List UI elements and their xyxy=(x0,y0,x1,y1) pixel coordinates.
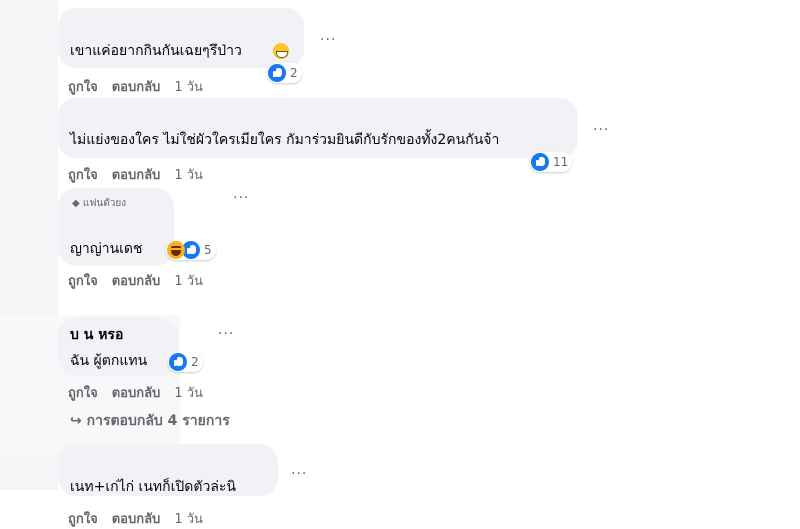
comment-feed: เขาแค่อยากกินกันเฉยๆรึป่าว 2 ··· ถูกใจตอ… xyxy=(0,0,800,527)
more-options-button[interactable]: ··· xyxy=(593,122,609,138)
comment-text: ญาญ่านเดช xyxy=(70,241,143,257)
more-options-button[interactable]: ··· xyxy=(291,466,307,482)
grin-emoji-icon xyxy=(273,43,289,59)
haha-icon xyxy=(167,241,185,259)
reply-button[interactable]: ตอบกลับ xyxy=(112,168,161,183)
comment-text: ไม่แย่งของใคร ไม่ใช่ผัวใครเมียใคร กัมาร่… xyxy=(70,132,500,148)
like-button[interactable]: ถูกใจ xyxy=(68,386,98,401)
like-button[interactable]: ถูกใจ xyxy=(68,274,98,289)
reply-button[interactable]: ตอบกลับ xyxy=(112,80,161,95)
fan-badge: ◆ แฟนตัวยง xyxy=(72,196,126,211)
comment-actions: ถูกใจ ตอบกลับ 1 วัน xyxy=(68,76,217,97)
timestamp[interactable]: 1 วัน xyxy=(174,274,203,289)
reaction-count: 11 xyxy=(553,155,569,169)
view-replies-label: การตอบกลับ 4 รายการ xyxy=(86,413,230,429)
timestamp[interactable]: 1 วัน xyxy=(174,80,203,95)
diamond-icon: ◆ xyxy=(72,198,80,209)
timestamp[interactable]: 1 วัน xyxy=(174,386,203,401)
more-options-button[interactable]: ··· xyxy=(320,32,336,48)
more-options-button[interactable]: ··· xyxy=(233,190,249,206)
comment-bubble xyxy=(58,98,578,158)
comment-text: ฉัน ผู้ตกแทน xyxy=(70,353,148,369)
reaction-count: 5 xyxy=(204,243,212,257)
comment-text: เขาแค่อยากกินกันเฉยๆรึป่าว xyxy=(70,43,242,59)
like-icon xyxy=(169,353,187,371)
reaction-count: 2 xyxy=(191,355,199,369)
commenter-name[interactable]: บ น หรอ xyxy=(70,326,123,344)
reaction-summary[interactable]: 2 xyxy=(168,352,203,372)
timestamp[interactable]: 1 วัน xyxy=(174,168,203,183)
fan-badge-label: แฟนตัวยง xyxy=(82,198,127,209)
reply-arrow-icon: ↪ xyxy=(70,413,82,429)
more-options-button[interactable]: ··· xyxy=(218,326,234,342)
like-button[interactable]: ถูกใจ xyxy=(68,168,98,183)
comment-actions: ถูกใจ ตอบกลับ 1 วัน xyxy=(68,382,217,403)
comment-actions: ถูกใจ ตอบกลับ 1 วัน xyxy=(68,508,217,529)
reaction-summary[interactable]: 5 xyxy=(166,240,216,260)
like-icon xyxy=(531,153,549,171)
reaction-count: 2 xyxy=(290,66,298,80)
like-icon xyxy=(268,64,286,82)
reply-button[interactable]: ตอบกลับ xyxy=(112,274,161,289)
reaction-summary[interactable]: 2 xyxy=(267,63,302,83)
reaction-summary[interactable]: 11 xyxy=(530,152,573,172)
comment-actions: ถูกใจ ตอบกลับ 1 วัน xyxy=(68,270,217,291)
view-replies-link[interactable]: ↪ การตอบกลับ 4 รายการ xyxy=(70,410,230,432)
like-button[interactable]: ถูกใจ xyxy=(68,80,98,95)
comment-text: เนท+เก่ไก่ เนทก็เปิดตัวล่ะนิ xyxy=(70,479,236,495)
reply-button[interactable]: ตอบกลับ xyxy=(112,386,161,401)
comment-actions: ถูกใจ ตอบกลับ 1 วัน xyxy=(68,164,217,185)
